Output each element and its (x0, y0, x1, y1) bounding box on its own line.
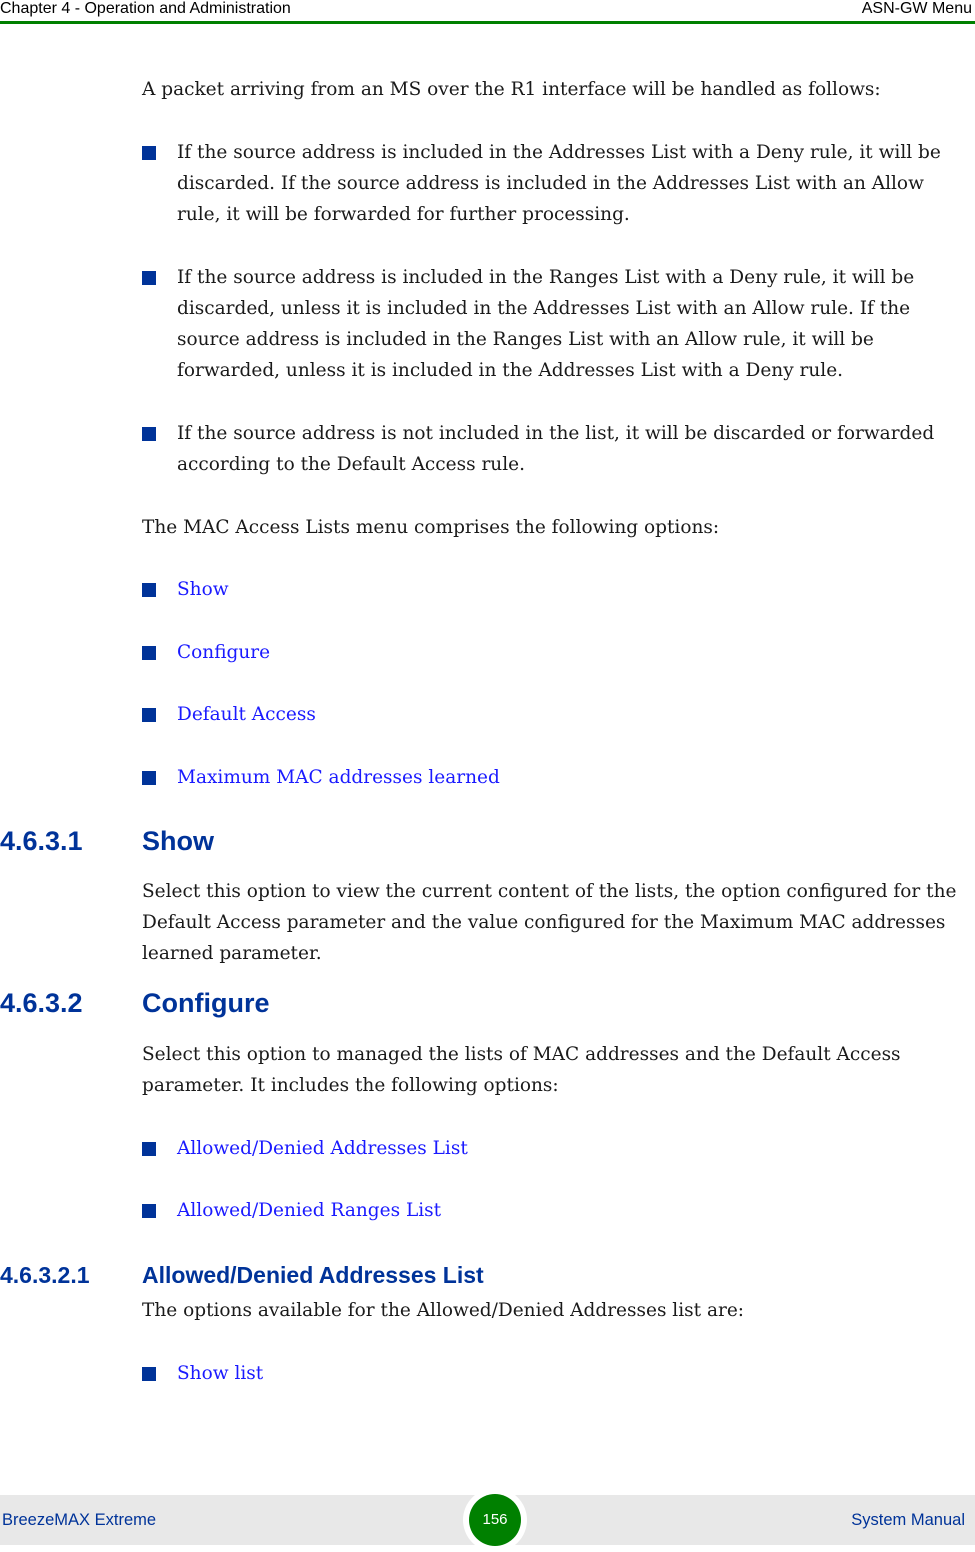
configure-option-link[interactable]: Allowed/Denied Ranges List (177, 1195, 972, 1226)
square-bullet-icon (142, 271, 156, 285)
heading-number: 4.6.3.2 (0, 988, 83, 1018)
show-description: Select this option to view the current c… (142, 881, 957, 964)
page-number: 156 (469, 1494, 521, 1546)
square-bullet-icon (142, 646, 156, 660)
heading-title: Configure (142, 988, 270, 1018)
page-header: Chapter 4 - Operation and Administration… (0, 0, 975, 22)
square-bullet-icon (142, 708, 156, 722)
menu-option-max-mac[interactable]: Maximum MAC addresses learned (142, 762, 972, 793)
configure-option-link[interactable]: Allowed/Denied Addresses List (177, 1133, 972, 1164)
menu-option-configure[interactable]: Configure (142, 637, 972, 668)
addresses-option-show-list[interactable]: Show list (142, 1358, 972, 1389)
configure-option-addresses-list[interactable]: Allowed/Denied Addresses List (142, 1133, 972, 1164)
header-divider (0, 21, 975, 24)
configure-description: Select this option to managed the lists … (142, 1044, 901, 1096)
square-bullet-icon (142, 1204, 156, 1218)
rule-list-item: If the source address is included in the… (142, 137, 972, 230)
section-title: ASN-GW Menu (861, 0, 972, 17)
document-type: System Manual (851, 1511, 965, 1529)
square-bullet-icon (142, 1142, 156, 1156)
square-bullet-icon (142, 583, 156, 597)
heading-number: 4.6.3.2.1 (0, 1262, 90, 1288)
menu-option-default-access[interactable]: Default Access (142, 699, 972, 730)
rule-text: If the source address is included in the… (177, 142, 941, 225)
intro-paragraph: A packet arriving from an MS over the R1… (142, 79, 881, 100)
configure-option-ranges-list[interactable]: Allowed/Denied Ranges List (142, 1195, 972, 1226)
square-bullet-icon (142, 427, 156, 441)
heading-title: Show (142, 826, 214, 856)
addresses-option-link[interactable]: Show list (177, 1358, 972, 1389)
menu-option-link[interactable]: Configure (177, 637, 972, 668)
heading-title: Allowed/Denied Addresses List (142, 1262, 484, 1288)
square-bullet-icon (142, 1367, 156, 1381)
square-bullet-icon (142, 146, 156, 160)
menu-option-link[interactable]: Maximum MAC addresses learned (177, 762, 972, 793)
product-name: BreezeMAX Extreme (2, 1511, 157, 1529)
heading-number: 4.6.3.1 (0, 826, 83, 856)
page-footer: BreezeMAX Extreme 156 System Manual (0, 1488, 975, 1552)
rule-list-item: If the source address is included in the… (142, 262, 972, 386)
addresses-list-description: The options available for the Allowed/De… (142, 1300, 745, 1321)
page-number-badge: 156 (463, 1488, 527, 1552)
menu-option-link[interactable]: Default Access (177, 699, 972, 730)
rule-text: If the source address is included in the… (177, 267, 915, 381)
rule-list-item: If the source address is not included in… (142, 418, 972, 480)
menu-intro-paragraph: The MAC Access Lists menu comprises the … (142, 517, 720, 538)
chapter-title: Chapter 4 - Operation and Administration (0, 0, 291, 17)
rule-text: If the source address is not included in… (177, 423, 935, 475)
menu-option-link[interactable]: Show (177, 574, 972, 605)
square-bullet-icon (142, 771, 156, 785)
menu-option-show[interactable]: Show (142, 574, 972, 605)
